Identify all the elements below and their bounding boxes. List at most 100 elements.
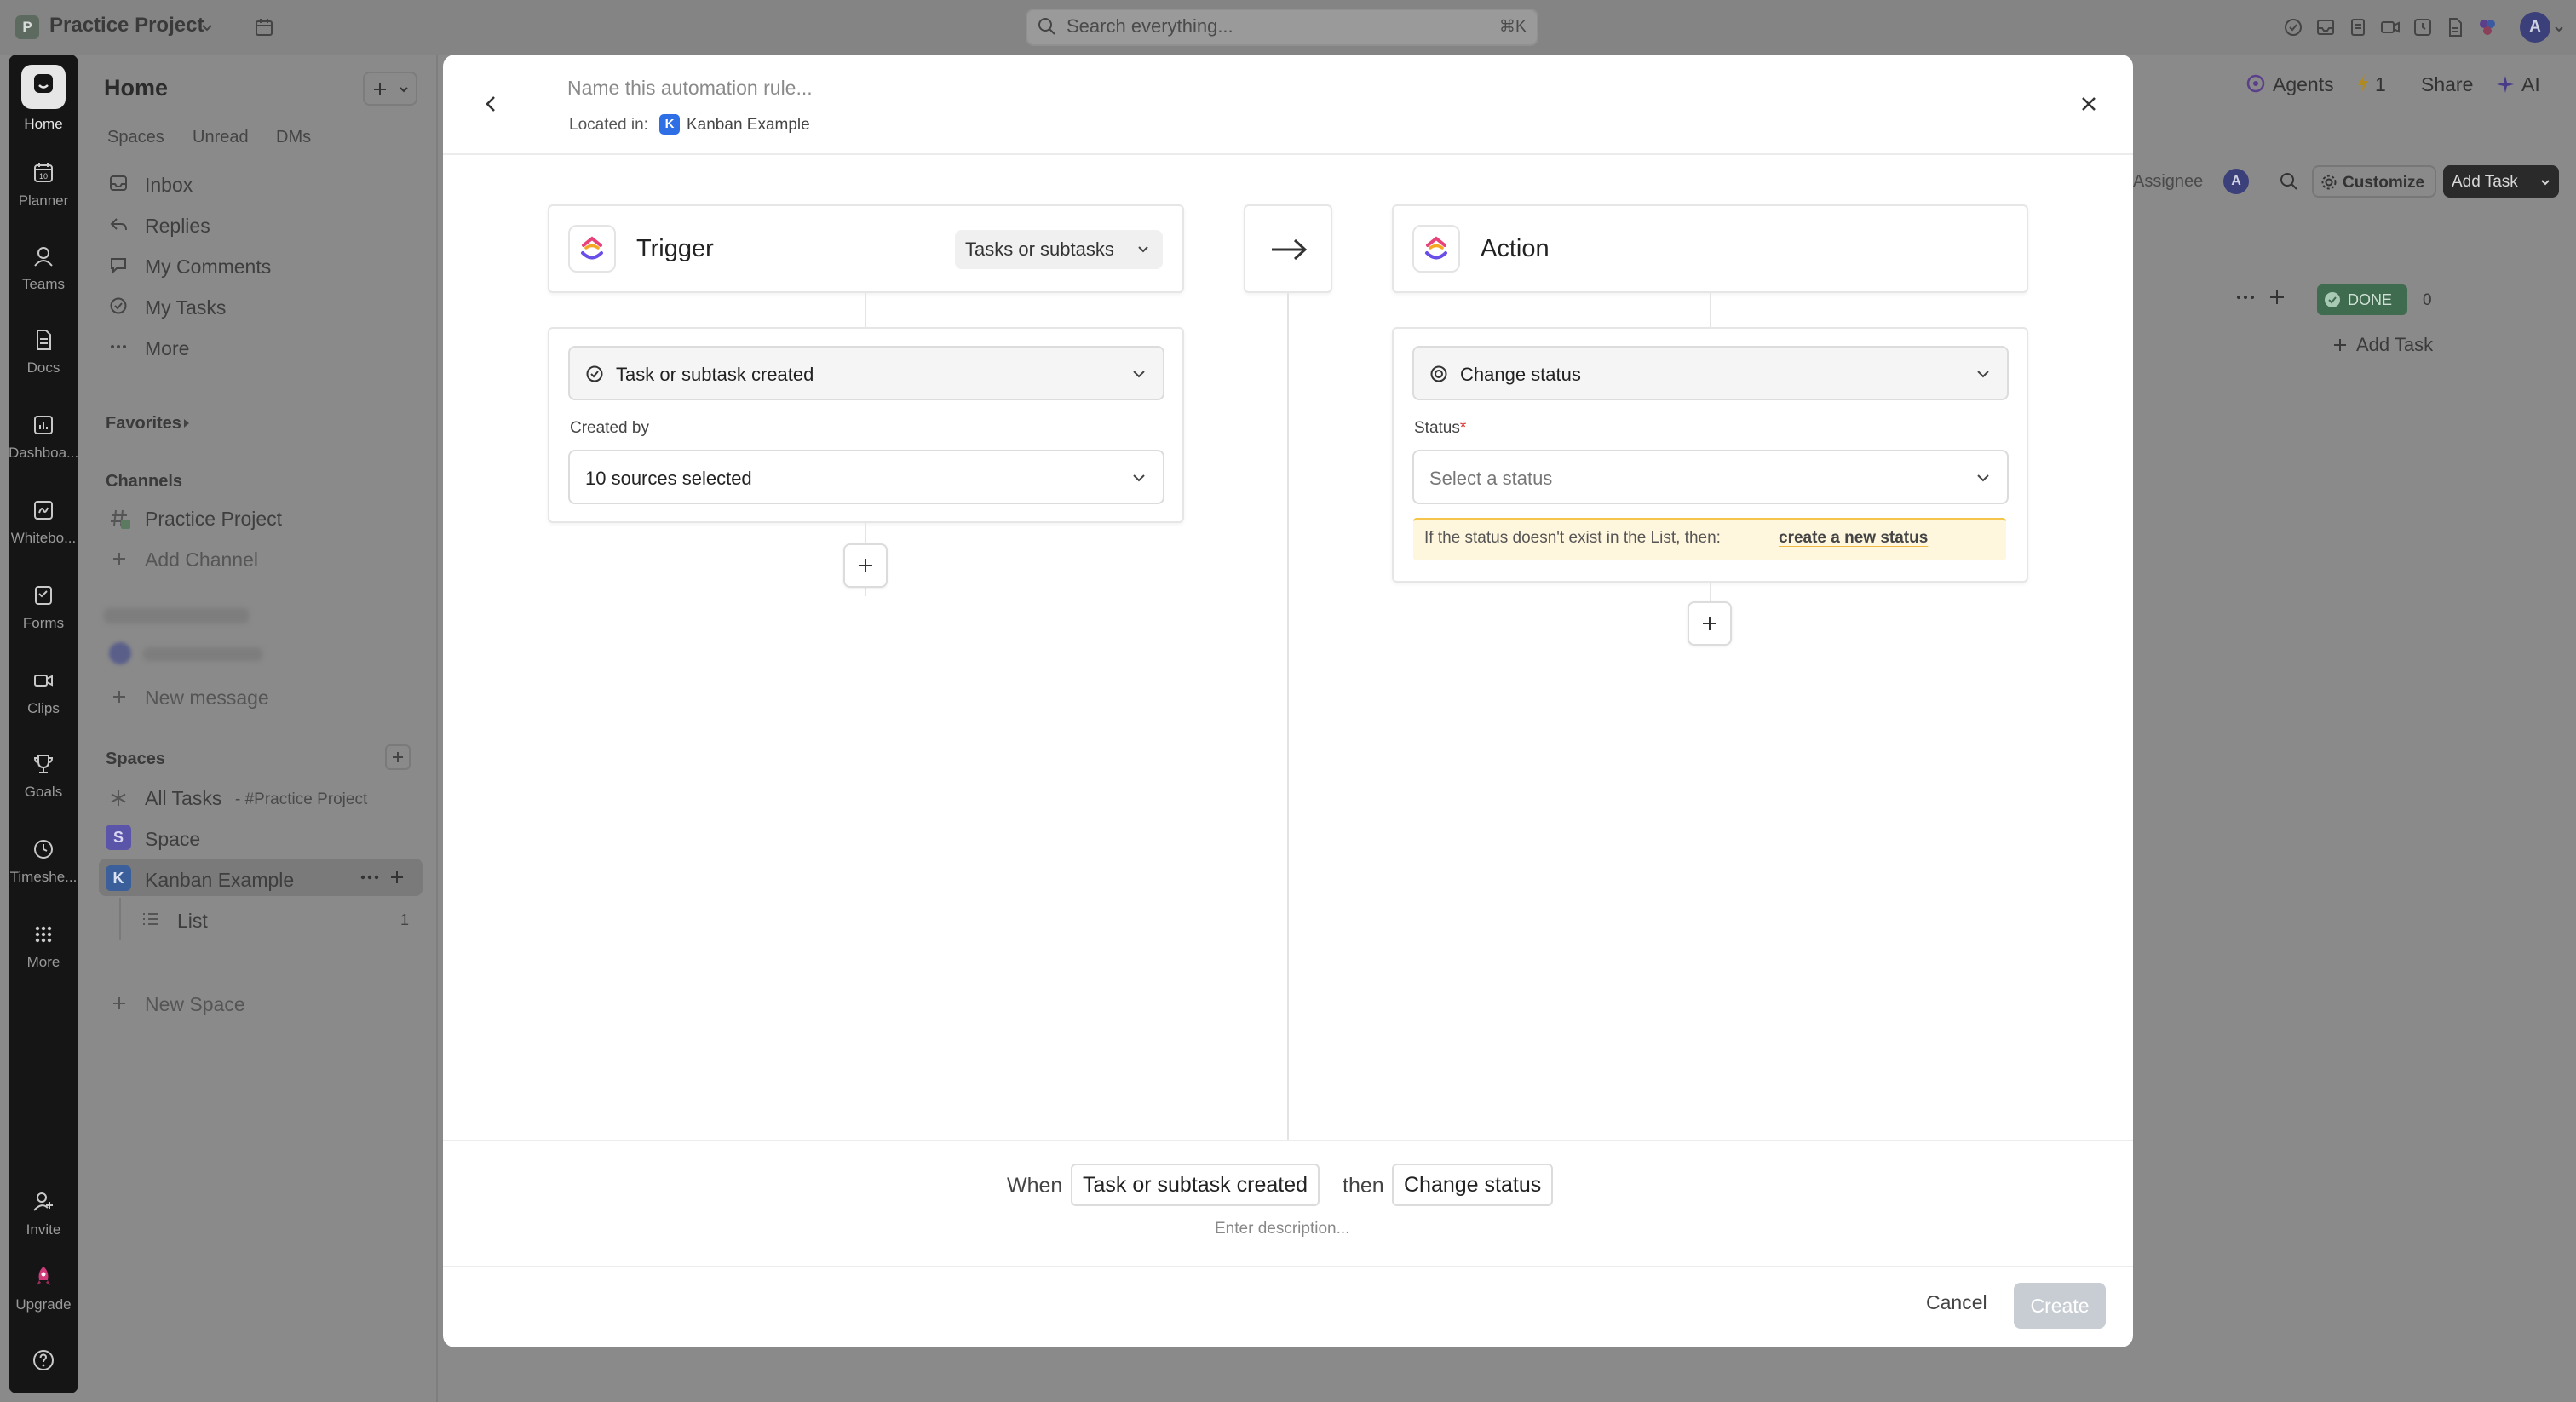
column-count: 0 (2423, 291, 2432, 309)
more-horizontal-icon[interactable] (2235, 293, 2256, 302)
description-input[interactable]: Enter description... (1215, 1220, 1349, 1238)
video-icon[interactable] (2380, 17, 2401, 37)
rail-item-planner[interactable]: 10 Planner (9, 160, 78, 210)
add-task-button[interactable]: Add Task (2443, 165, 2559, 198)
cancel-button[interactable]: Cancel (1926, 1291, 1987, 1314)
rail-item-upgrade[interactable]: Upgrade (9, 1264, 78, 1313)
action-type-select[interactable]: Change status (1412, 346, 2009, 400)
sidebar-item-list[interactable]: List (177, 910, 208, 933)
calendar-icon: 10 (34, 163, 53, 182)
project-switcher[interactable]: Practice Project (49, 14, 204, 37)
share-button[interactable]: Share (2421, 73, 2473, 96)
customize-button[interactable]: Customize (2312, 165, 2436, 198)
channel-practice-project[interactable]: Practice Project (145, 508, 282, 531)
summary-action-chip[interactable]: Change status (1392, 1164, 1554, 1206)
tab-dms[interactable]: DMs (276, 128, 311, 147)
favorites-heading[interactable]: Favorites (106, 414, 181, 434)
back-arrow-icon[interactable] (482, 94, 499, 114)
status-select[interactable]: Select a status (1412, 450, 2009, 504)
clip-icon (34, 675, 53, 687)
new-space-link[interactable]: New Space (145, 993, 245, 1016)
assignee-filter[interactable]: Assignee (2133, 172, 2203, 192)
rail-item-teams[interactable]: Teams (9, 244, 78, 293)
agents-button[interactable]: Agents (2273, 73, 2334, 96)
dashboard-icon (34, 416, 53, 434)
sidebar-item-more[interactable]: More (145, 337, 189, 360)
alarm-icon[interactable] (2412, 17, 2433, 37)
sidebar-item-all-tasks[interactable]: All Tasks (145, 787, 221, 810)
rail-item-clips[interactable]: Clips (9, 668, 78, 717)
add-space-button[interactable] (385, 744, 411, 770)
location-name[interactable]: Kanban Example (687, 116, 810, 135)
add-task-link[interactable]: Add Task (2356, 334, 2433, 356)
more-horizontal-icon[interactable] (359, 872, 380, 882)
project-avatar[interactable]: P (15, 15, 39, 39)
rail-label: Docs (26, 359, 60, 376)
close-icon[interactable] (2079, 94, 2099, 114)
create-button[interactable]: Create (2014, 1283, 2106, 1329)
create-menu-button[interactable] (363, 72, 417, 106)
flow-arrow-card (1244, 204, 1332, 293)
trigger-event-select[interactable]: Task or subtask created (568, 346, 1164, 400)
sidebar-item-my-comments[interactable]: My Comments (145, 256, 271, 279)
add-condition-button[interactable] (843, 543, 888, 588)
ai-button[interactable]: AI (2521, 73, 2540, 96)
rail-item-more[interactable]: More (9, 922, 78, 971)
help-icon[interactable] (31, 1347, 56, 1373)
rule-name-input[interactable]: Name this automation rule... (567, 77, 813, 100)
rail-item-whiteboards[interactable]: Whitebo... (9, 497, 78, 547)
created-by-select[interactable]: 10 sources selected (568, 450, 1164, 504)
created-by-value: 10 sources selected (585, 468, 752, 489)
search-icon[interactable] (2280, 172, 2298, 191)
rail-item-forms[interactable]: Forms (9, 583, 78, 632)
trigger-config-card: Task or subtask created Created by 10 so… (548, 327, 1184, 523)
plus-icon (859, 559, 872, 572)
spaces-heading: Spaces (106, 750, 166, 768)
apps-icon[interactable] (2477, 17, 2498, 37)
notepad-icon[interactable] (2348, 17, 2368, 37)
calendar-icon[interactable] (254, 17, 274, 37)
sidebar-item-my-tasks[interactable]: My Tasks (145, 296, 226, 319)
create-status-link[interactable]: create a new status (1779, 529, 1928, 548)
summary-trigger-chip[interactable]: Task or subtask created (1071, 1164, 1320, 1206)
check-circle-icon[interactable] (2283, 17, 2303, 37)
automation-count[interactable]: 1 (2375, 73, 2386, 96)
chevron-down-icon[interactable] (201, 22, 213, 34)
plus-icon[interactable] (388, 869, 405, 886)
rail-item-timesheets[interactable]: Timeshe... (9, 836, 78, 886)
grid-icon (35, 926, 52, 943)
status-badge: DONE (2317, 284, 2407, 315)
tab-spaces[interactable]: Spaces (107, 128, 164, 147)
caret-right-icon[interactable] (182, 418, 191, 428)
lightning-icon (2358, 74, 2368, 93)
add-channel-link[interactable]: Add Channel (145, 549, 258, 572)
list-icon (143, 913, 158, 925)
rail-item-docs[interactable]: Docs (9, 327, 78, 376)
rail-item-home[interactable]: Home (9, 65, 78, 133)
avatar[interactable]: A (2223, 169, 2249, 194)
new-message-link[interactable]: New message (145, 687, 269, 710)
rail-label: Timeshe... (9, 869, 78, 885)
chevron-down-icon[interactable] (2554, 24, 2564, 34)
sidebar-item-inbox[interactable]: Inbox (145, 174, 193, 197)
sidebar-item-space[interactable]: Space (145, 828, 200, 851)
document-icon[interactable] (2445, 17, 2465, 37)
plus-icon (1703, 617, 1716, 630)
sidebar-item-replies[interactable]: Replies (145, 215, 210, 238)
plus-icon (113, 691, 125, 703)
rail-label: Forms (22, 615, 65, 631)
tab-unread[interactable]: Unread (193, 128, 249, 147)
user-avatar[interactable]: A (2520, 12, 2550, 43)
chevron-down-icon (1133, 371, 1145, 378)
trigger-scope-dropdown[interactable]: Tasks or subtasks (955, 230, 1163, 269)
rail-item-invite[interactable]: Invite (9, 1189, 78, 1238)
home-icon (21, 65, 66, 109)
inbox-icon[interactable] (2315, 17, 2336, 37)
rail-item-goals[interactable]: Goals (9, 751, 78, 801)
rail-item-dashboards[interactable]: Dashboa... (9, 412, 78, 462)
plus-icon[interactable] (2268, 288, 2286, 307)
plus-icon (393, 752, 403, 762)
add-action-button[interactable] (1688, 601, 1732, 646)
clickup-logo-icon (1412, 225, 1460, 273)
trigger-scope-label: Tasks or subtasks (965, 238, 1114, 260)
